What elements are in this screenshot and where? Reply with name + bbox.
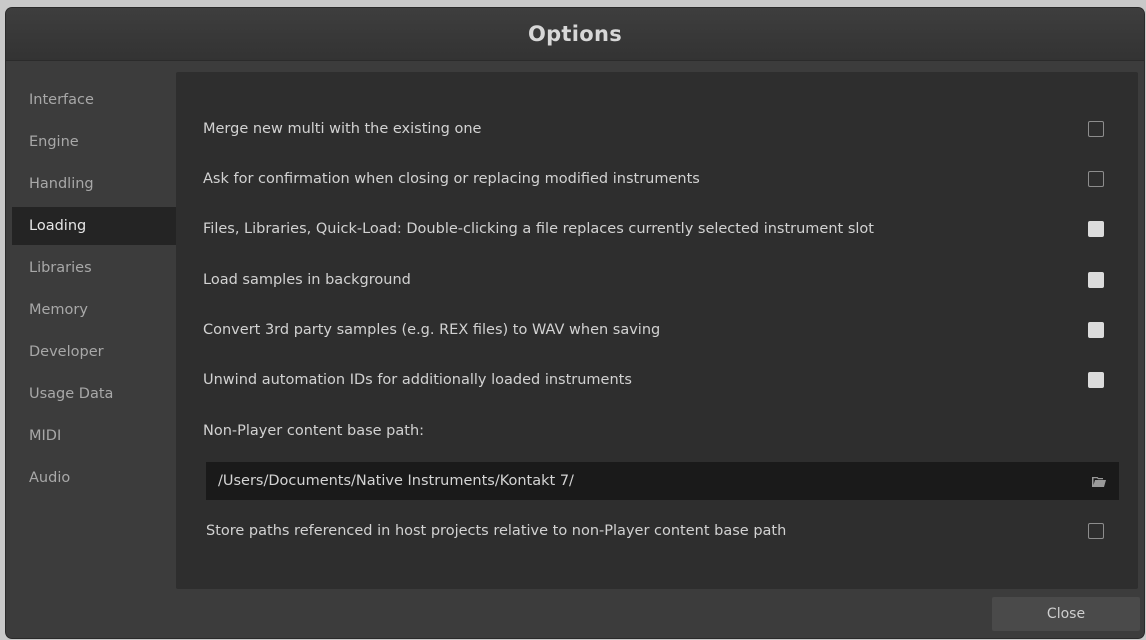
sidebar-item-memory[interactable]: Memory [12, 289, 180, 331]
options-sidebar: Interface Engine Handling Loading Librar… [12, 72, 180, 499]
option-row-relative-paths: Store paths referenced in host projects … [203, 516, 1111, 546]
dialog-title: Options [527, 22, 623, 46]
title-bar: Options [6, 8, 1144, 61]
base-path-label-row: Non-Player content base path: [203, 416, 1111, 446]
option-label: Load samples in background [203, 272, 411, 288]
sidebar-item-developer[interactable]: Developer [12, 331, 180, 373]
option-label: Files, Libraries, Quick-Load: Double-cli… [203, 221, 874, 237]
option-row-convert-wav: Convert 3rd party samples (e.g. REX file… [203, 315, 1111, 345]
merge-multi-checkbox[interactable] [1088, 121, 1104, 137]
option-row-merge-multi: Merge new multi with the existing one [203, 114, 1111, 144]
option-row-ask-confirmation: Ask for confirmation when closing or rep… [203, 164, 1111, 194]
option-label: Store paths referenced in host projects … [206, 523, 787, 539]
sidebar-item-engine[interactable]: Engine [12, 121, 180, 163]
sidebar-item-interface[interactable]: Interface [12, 79, 180, 121]
loading-options-panel: Merge new multi with the existing one As… [176, 72, 1138, 589]
sidebar-item-libraries[interactable]: Libraries [12, 247, 180, 289]
sidebar-item-usage-data[interactable]: Usage Data [12, 373, 180, 415]
convert-wav-checkbox[interactable] [1088, 322, 1104, 338]
sidebar-item-audio[interactable]: Audio [12, 457, 180, 499]
option-label: Unwind automation IDs for additionally l… [203, 372, 632, 388]
options-dialog: Options Interface Engine Handling Loadin… [6, 8, 1144, 638]
option-label: Convert 3rd party samples (e.g. REX file… [203, 322, 661, 338]
relative-paths-checkbox[interactable] [1088, 523, 1104, 539]
unwind-automation-checkbox[interactable] [1088, 372, 1104, 388]
option-row-load-background: Load samples in background [203, 265, 1111, 295]
load-background-checkbox[interactable] [1088, 272, 1104, 288]
option-row-double-click-replaces: Files, Libraries, Quick-Load: Double-cli… [203, 214, 1111, 244]
double-click-replaces-checkbox[interactable] [1088, 221, 1104, 237]
base-path-field[interactable]: /Users/Documents/Native Instruments/Kont… [206, 462, 1119, 500]
option-label: Merge new multi with the existing one [203, 121, 482, 137]
sidebar-item-handling[interactable]: Handling [12, 163, 180, 205]
option-label: Ask for confirmation when closing or rep… [203, 171, 700, 187]
base-path-value: /Users/Documents/Native Instruments/Kont… [218, 473, 574, 489]
sidebar-item-loading[interactable]: Loading [12, 207, 180, 245]
close-button[interactable]: Close [992, 597, 1140, 631]
option-row-unwind-automation: Unwind automation IDs for additionally l… [203, 365, 1111, 395]
base-path-label: Non-Player content base path: [203, 423, 425, 439]
folder-open-icon[interactable] [1089, 471, 1109, 491]
sidebar-item-midi[interactable]: MIDI [12, 415, 180, 457]
ask-confirmation-checkbox[interactable] [1088, 171, 1104, 187]
